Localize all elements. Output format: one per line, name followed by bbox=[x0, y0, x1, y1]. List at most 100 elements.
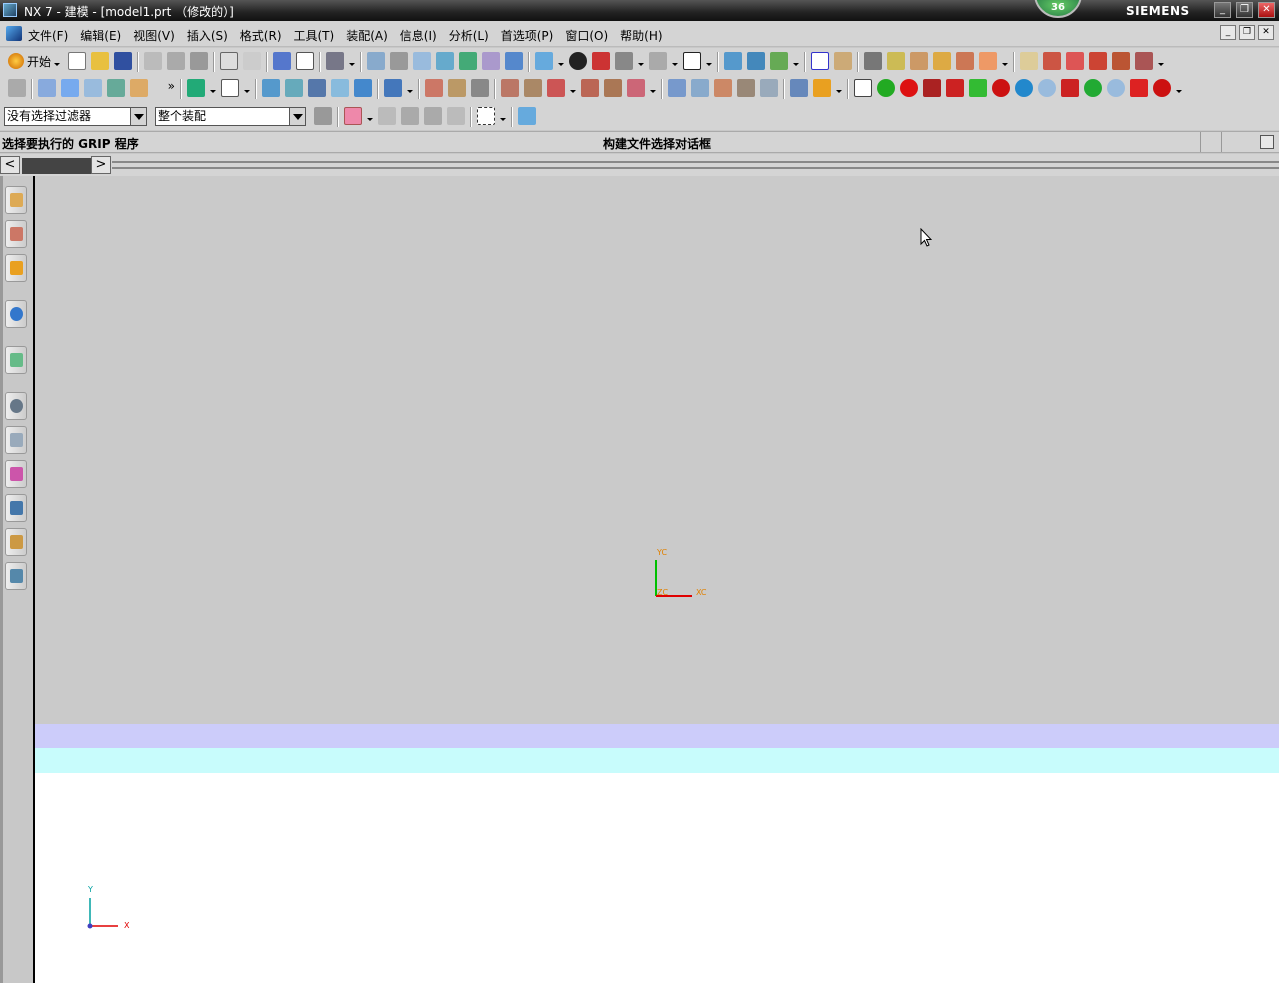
snap-icon[interactable] bbox=[344, 107, 362, 125]
surface-icon[interactable] bbox=[668, 79, 686, 97]
reuse-library-tab[interactable] bbox=[5, 346, 27, 374]
doc-close-button[interactable]: ✕ bbox=[1258, 25, 1274, 40]
analysis-cog-icon[interactable] bbox=[1107, 79, 1125, 97]
extend-curve-icon[interactable] bbox=[1066, 52, 1084, 70]
new-file-icon[interactable] bbox=[68, 52, 86, 70]
repeat-command-icon[interactable] bbox=[273, 52, 291, 70]
graphics-window[interactable]: YC XC ZC Y X bbox=[33, 176, 1279, 983]
redo-icon[interactable] bbox=[243, 52, 261, 70]
analysis-tool-icon[interactable] bbox=[946, 79, 964, 97]
analysis-ring-icon[interactable] bbox=[992, 79, 1010, 97]
selection-scope-dropdown[interactable]: 整个装配 bbox=[155, 107, 306, 126]
chamfer-icon[interactable] bbox=[448, 79, 466, 97]
menu-file[interactable]: 文件(F) bbox=[28, 27, 68, 44]
edge-blend-icon[interactable] bbox=[425, 79, 443, 97]
draft-icon[interactable] bbox=[501, 79, 519, 97]
hidden-icon[interactable] bbox=[615, 52, 633, 70]
boss-icon[interactable] bbox=[354, 79, 372, 97]
pan-icon[interactable] bbox=[436, 52, 454, 70]
analysis-green-icon[interactable] bbox=[877, 79, 895, 97]
measure-distance-icon[interactable] bbox=[864, 52, 882, 70]
zoom-window-icon[interactable] bbox=[390, 52, 408, 70]
wcs-rotate-icon[interactable] bbox=[770, 52, 788, 70]
trim-curve-icon[interactable] bbox=[1043, 52, 1061, 70]
extrude-icon[interactable] bbox=[61, 79, 79, 97]
sweep-icon[interactable] bbox=[107, 79, 125, 97]
manufacturing-wizards-tab[interactable] bbox=[5, 494, 27, 522]
minimize-button[interactable]: _ bbox=[1214, 2, 1231, 18]
menu-view[interactable]: 视图(V) bbox=[133, 27, 175, 44]
trim-body-icon[interactable] bbox=[524, 79, 542, 97]
offset-curve-icon[interactable] bbox=[1112, 52, 1130, 70]
project-curve-icon[interactable] bbox=[1135, 52, 1153, 70]
menu-help[interactable]: 帮助(H) bbox=[620, 27, 662, 44]
scroll-thumb[interactable] bbox=[22, 158, 92, 174]
analysis-star-icon[interactable] bbox=[1084, 79, 1102, 97]
doc-minimize-button[interactable]: _ bbox=[1220, 25, 1236, 40]
internet-explorer-tab[interactable] bbox=[5, 300, 27, 328]
close-button[interactable]: ✕ bbox=[1258, 2, 1275, 18]
open-folder-icon[interactable] bbox=[91, 52, 109, 70]
measure-angle-icon[interactable] bbox=[910, 52, 928, 70]
offset-face-icon[interactable] bbox=[760, 79, 778, 97]
edge-icon[interactable] bbox=[592, 52, 610, 70]
assembly-navigator-tab[interactable] bbox=[5, 186, 27, 214]
select-all-icon[interactable] bbox=[518, 107, 536, 125]
start-button[interactable]: 开始 bbox=[8, 52, 61, 70]
select-feature-icon[interactable] bbox=[447, 107, 465, 125]
curve-icon[interactable] bbox=[471, 79, 489, 97]
block-icon[interactable] bbox=[262, 79, 280, 97]
analysis-link-icon[interactable] bbox=[969, 79, 987, 97]
filter-settings-icon[interactable] bbox=[314, 107, 332, 125]
analysis-stack-icon[interactable] bbox=[1061, 79, 1079, 97]
menu-format[interactable]: 格式(R) bbox=[240, 27, 282, 44]
orient-view-icon[interactable] bbox=[505, 52, 523, 70]
mesh-icon[interactable] bbox=[714, 79, 732, 97]
cone-icon[interactable] bbox=[308, 79, 326, 97]
perspective-icon[interactable] bbox=[482, 52, 500, 70]
fit-icon[interactable] bbox=[367, 52, 385, 70]
copy-icon[interactable] bbox=[167, 52, 185, 70]
select-face-icon[interactable] bbox=[401, 107, 419, 125]
customize-icon[interactable] bbox=[8, 79, 26, 97]
menu-window[interactable]: 窗口(O) bbox=[565, 27, 608, 44]
type-filter-dropdown[interactable]: 没有选择过滤器 bbox=[4, 107, 147, 126]
check-geometry-icon[interactable] bbox=[979, 52, 997, 70]
selection-tool-icon[interactable] bbox=[326, 52, 344, 70]
through-curves-icon[interactable] bbox=[691, 79, 709, 97]
doc-restore-button[interactable]: ❐ bbox=[1239, 25, 1255, 40]
measure-body-icon[interactable] bbox=[933, 52, 951, 70]
shaded-icon[interactable] bbox=[569, 52, 587, 70]
app-menu-icon[interactable] bbox=[6, 26, 22, 41]
scroll-right-button[interactable]: > bbox=[91, 156, 111, 174]
curve-analysis-icon[interactable] bbox=[1020, 52, 1038, 70]
toolbar-overflow-icon[interactable]: » bbox=[153, 79, 175, 99]
process-studio-tab[interactable] bbox=[5, 460, 27, 488]
analysis-gear-icon[interactable] bbox=[1038, 79, 1056, 97]
mass-properties-icon[interactable] bbox=[956, 52, 974, 70]
menu-edit[interactable]: 编辑(E) bbox=[80, 27, 121, 44]
split-body-icon[interactable] bbox=[547, 79, 565, 97]
analysis-torus-icon[interactable] bbox=[1153, 79, 1171, 97]
mirror-icon[interactable] bbox=[581, 79, 599, 97]
analysis-burst-icon[interactable] bbox=[1130, 79, 1148, 97]
save-icon[interactable] bbox=[114, 52, 132, 70]
measure-length-icon[interactable] bbox=[887, 52, 905, 70]
restore-button[interactable]: ❐ bbox=[1236, 2, 1253, 18]
menu-insert[interactable]: 插入(S) bbox=[187, 27, 228, 44]
menu-preferences[interactable]: 首选项(P) bbox=[501, 27, 554, 44]
point-icon[interactable] bbox=[854, 79, 872, 97]
background-icon[interactable] bbox=[683, 52, 701, 70]
boolean-icon[interactable] bbox=[187, 79, 205, 97]
sew-icon[interactable] bbox=[737, 79, 755, 97]
bridge-curve-icon[interactable] bbox=[1089, 52, 1107, 70]
menu-tools[interactable]: 工具(T) bbox=[294, 27, 335, 44]
analysis-red-icon[interactable] bbox=[900, 79, 918, 97]
section-icon[interactable] bbox=[649, 52, 667, 70]
box-select-icon[interactable] bbox=[477, 107, 495, 125]
thread-icon[interactable] bbox=[627, 79, 645, 97]
part-navigator-tab[interactable] bbox=[5, 254, 27, 282]
sphere-icon[interactable] bbox=[331, 79, 349, 97]
wcs-icon[interactable] bbox=[724, 52, 742, 70]
sketch-icon[interactable] bbox=[38, 79, 56, 97]
